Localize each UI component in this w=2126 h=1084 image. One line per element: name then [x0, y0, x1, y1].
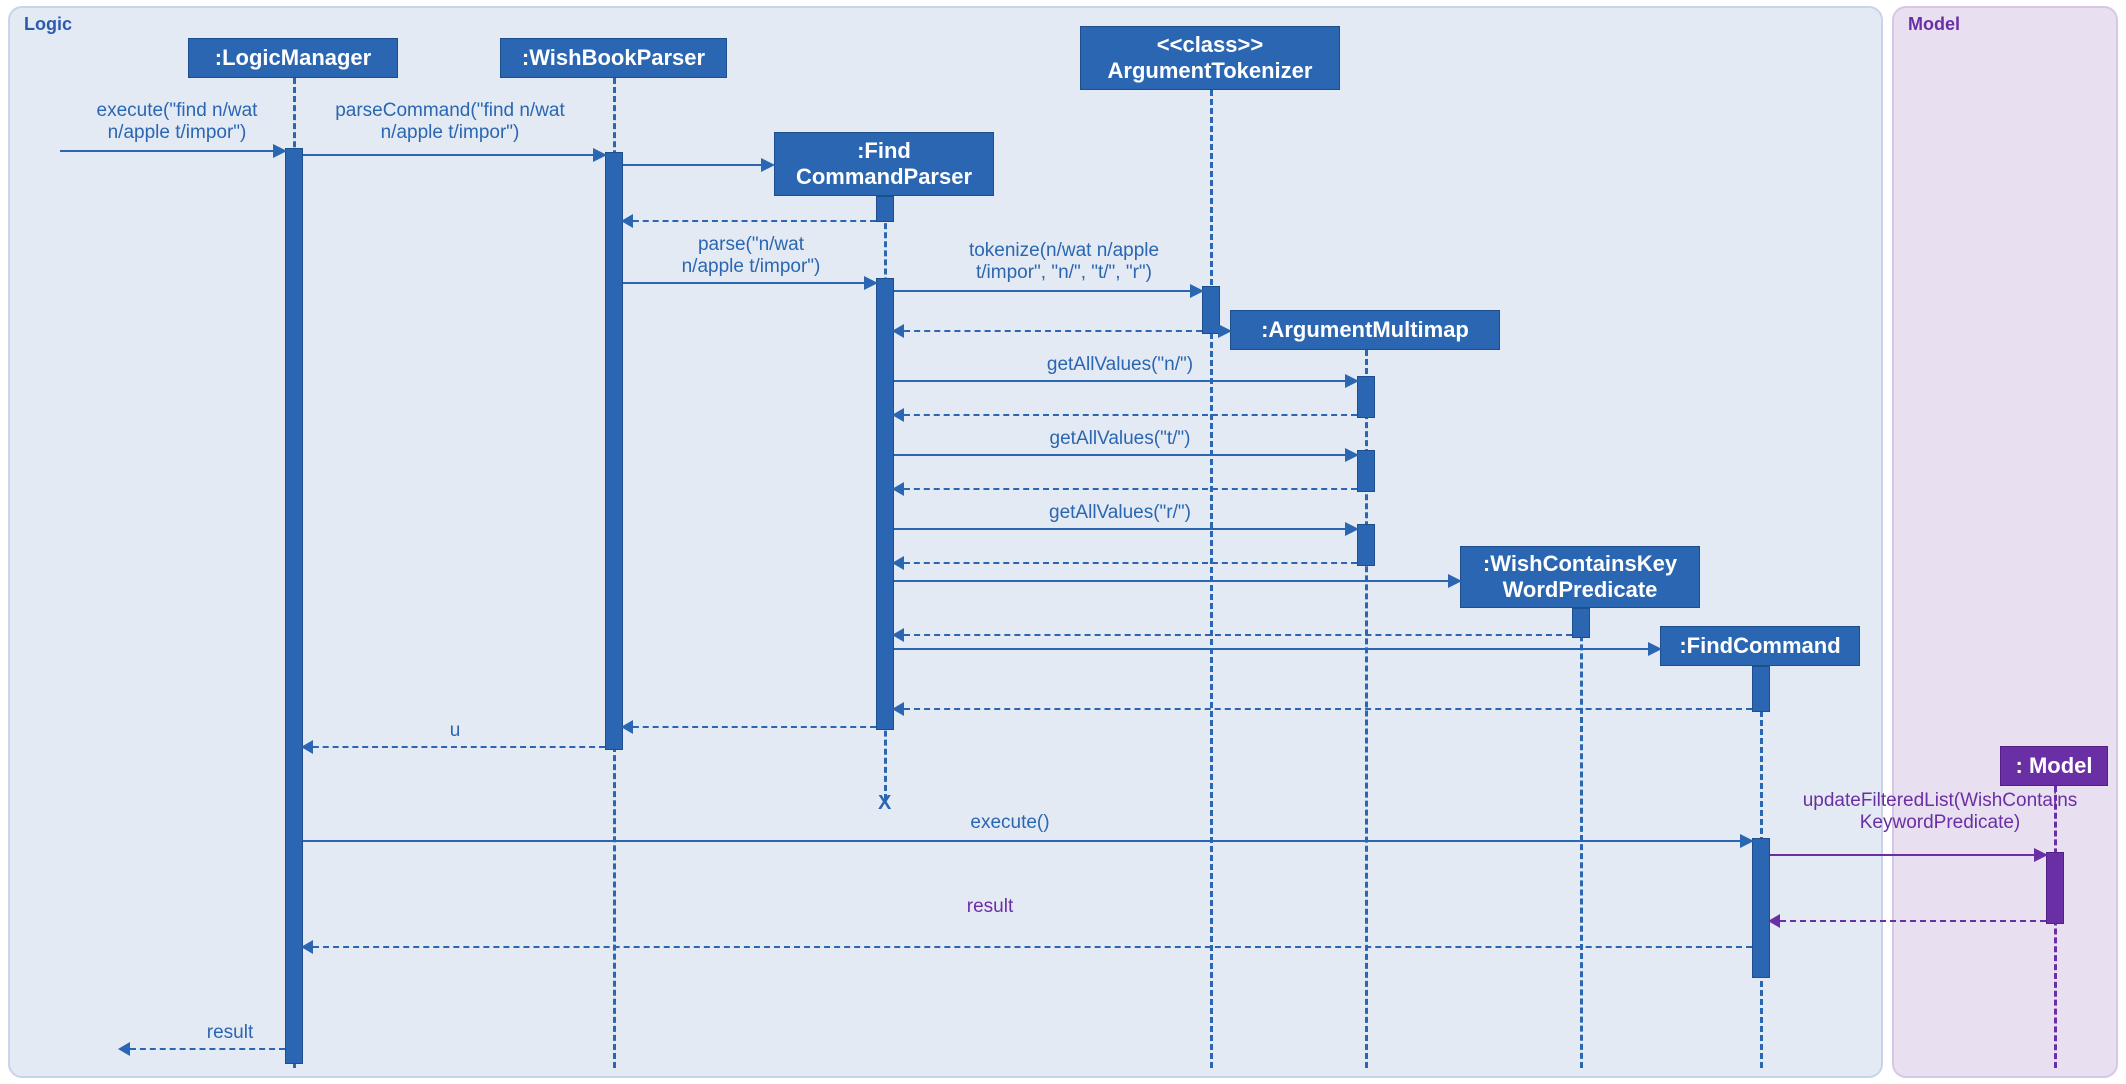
- argumentmultimap-head: :ArgumentMultimap: [1230, 310, 1500, 350]
- arrow-updatefilteredlist: [1770, 854, 2046, 856]
- arrow-getallvalues-t: [894, 454, 1357, 456]
- arrow-parsecommand: [303, 154, 605, 156]
- logicmanager-activation: [285, 148, 303, 1064]
- arrow-return-findcommand-create: [894, 708, 1752, 710]
- argumentmultimap-activation-r: [1357, 524, 1375, 566]
- model-activation: [2046, 852, 2064, 924]
- wishcontainskeyword-label-l2: WordPredicate: [1503, 577, 1658, 603]
- findcommand-head: :FindCommand: [1660, 626, 1860, 666]
- arrow-execute-findcommand: [303, 840, 1752, 842]
- arrow-return-parse: [623, 726, 876, 728]
- msg-parsecommand: parseCommand("find n/wat n/apple t/impor…: [300, 100, 600, 144]
- wishcontainskeyword-activation: [1572, 608, 1590, 638]
- arrow-getallvalues-n: [894, 380, 1357, 382]
- model-label: : Model: [2016, 753, 2093, 779]
- msg-getallvalues-t: getAllValues("t/"): [990, 428, 1250, 450]
- arrow-return-u: [303, 746, 605, 748]
- msg-getallvalues-n: getAllValues("n/"): [990, 354, 1250, 376]
- wishbookparser-label: :WishBookParser: [522, 45, 705, 71]
- findcommandparser-label-l2: CommandParser: [796, 164, 972, 190]
- model-frame-title: Model: [1908, 14, 1960, 35]
- arrow-parse: [623, 282, 876, 284]
- model-head: : Model: [2000, 746, 2108, 786]
- msg-execute-findcommand: execute(): [940, 812, 1080, 834]
- findcommandparser-label-l1: :Find: [857, 138, 911, 164]
- argumenttokenizer-lifeline: [1210, 90, 1213, 1068]
- msg-result-external: result: [190, 1022, 270, 1044]
- msg-updatefilteredlist: updateFilteredList(WishContains KeywordP…: [1770, 790, 2110, 834]
- argumentmultimap-activation-t: [1357, 450, 1375, 492]
- wishbookparser-activation: [605, 152, 623, 750]
- model-frame: Model: [1892, 6, 2118, 1078]
- msg-getallvalues-r: getAllValues("r/"): [990, 502, 1250, 524]
- wishcontainskeyword-label-l1: :WishContainsKey: [1483, 551, 1677, 577]
- arrow-tokenize: [894, 290, 1202, 292]
- findcommand-activation-2: [1752, 838, 1770, 978]
- logicmanager-head: :LogicManager: [188, 38, 398, 78]
- findcommandparser-head: :Find CommandParser: [774, 132, 994, 196]
- msg-u: u: [440, 720, 470, 742]
- msg-result-model: result: [940, 896, 1040, 918]
- arrow-return-wishcontains: [894, 634, 1572, 636]
- arrow-return-getallvalues-r: [894, 562, 1357, 564]
- logic-frame-title: Logic: [24, 14, 72, 35]
- arrow-return-result-findcommand: [303, 946, 1752, 948]
- arrow-create-argmultimap: [1220, 330, 1230, 332]
- findcommand-label: :FindCommand: [1679, 633, 1840, 659]
- argumentmultimap-label: :ArgumentMultimap: [1261, 317, 1469, 343]
- wishbookparser-head: :WishBookParser: [500, 38, 727, 78]
- arrow-return-result-external: [120, 1048, 285, 1050]
- arrow-create-findcommand: [894, 648, 1660, 650]
- wishcontainskeyword-head: :WishContainsKey WordPredicate: [1460, 546, 1700, 608]
- wishcontainskeyword-lifeline: [1580, 608, 1583, 1068]
- arrow-execute: [60, 150, 285, 152]
- findcommand-activation-1: [1752, 666, 1770, 712]
- msg-parse: parse("n/wat n/apple t/impor"): [636, 234, 866, 278]
- argumentmultimap-activation-n: [1357, 376, 1375, 418]
- findcommandparser-activation-1: [876, 196, 894, 222]
- msg-execute: execute("find n/wat n/apple t/impor"): [62, 100, 292, 144]
- arrow-getallvalues-r: [894, 528, 1357, 530]
- arrow-return-result-model: [1770, 920, 2046, 922]
- argumenttokenizer-stereo: <<class>>: [1157, 32, 1263, 58]
- arrow-return-findcommandparser-create: [623, 220, 876, 222]
- msg-tokenize: tokenize(n/wat n/apple t/impor", "n/", "…: [924, 240, 1204, 284]
- findcommandparser-destroy-icon: X: [878, 792, 891, 815]
- arrow-return-getallvalues-t: [894, 488, 1357, 490]
- arrow-create-wishcontains: [894, 580, 1460, 582]
- argumenttokenizer-label: ArgumentTokenizer: [1108, 58, 1313, 84]
- findcommandparser-activation-2: [876, 278, 894, 730]
- arrow-create-findcommandparser: [623, 164, 773, 166]
- logicmanager-label: :LogicManager: [215, 45, 371, 71]
- arrow-return-getallvalues-n: [894, 414, 1357, 416]
- arrow-return-tokenize: [894, 330, 1202, 332]
- argumenttokenizer-head: <<class>> ArgumentTokenizer: [1080, 26, 1340, 90]
